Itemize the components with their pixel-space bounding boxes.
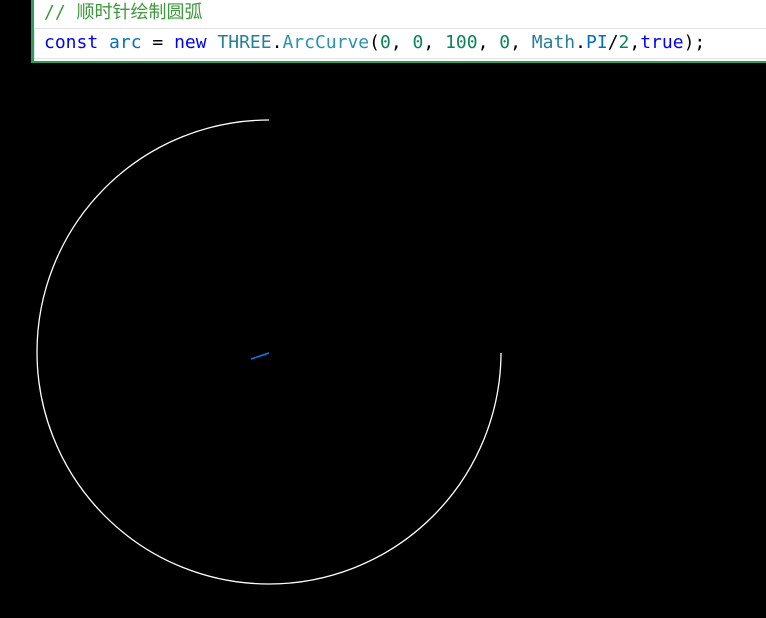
code-token: ArcCurve	[282, 32, 370, 53]
code-token: new	[174, 32, 207, 53]
code-token: ,	[423, 32, 446, 53]
code-token: ,	[390, 32, 413, 53]
code-token: .	[271, 32, 283, 53]
code-token: 0	[499, 32, 511, 53]
code-token: 0	[412, 32, 424, 53]
code-token: ,	[477, 32, 500, 53]
code-token: 0	[380, 32, 391, 53]
code-token: .	[575, 32, 586, 53]
z-axis-line	[250, 352, 270, 360]
code-token: true	[640, 32, 684, 53]
code-comment-line: // 顺时针绘制圆弧	[44, 2, 203, 23]
code-token: =	[141, 32, 175, 53]
code-statement-line: const arc = new THREE.ArcCurve(0, 0, 100…	[44, 30, 705, 56]
code-token: const	[44, 32, 99, 53]
threejs-scene-canvas	[36, 119, 502, 585]
code-token: );	[683, 32, 706, 53]
code-token: THREE	[217, 32, 272, 53]
code-snippet-panel: // 顺时针绘制圆弧 const arc = new THREE.ArcCurv…	[31, 0, 766, 63]
code-token: 2	[618, 32, 630, 53]
code-token: Math	[531, 32, 576, 53]
code-token: arc	[109, 32, 142, 53]
render-viewport: // 顺时针绘制圆弧 const arc = new THREE.ArcCurv…	[0, 0, 766, 618]
code-token: ,	[629, 32, 641, 53]
code-token: 100	[445, 32, 478, 53]
code-token: PI	[586, 32, 608, 53]
code-token: ,	[510, 32, 532, 53]
code-token: /	[607, 32, 619, 53]
code-token: (	[369, 32, 380, 53]
